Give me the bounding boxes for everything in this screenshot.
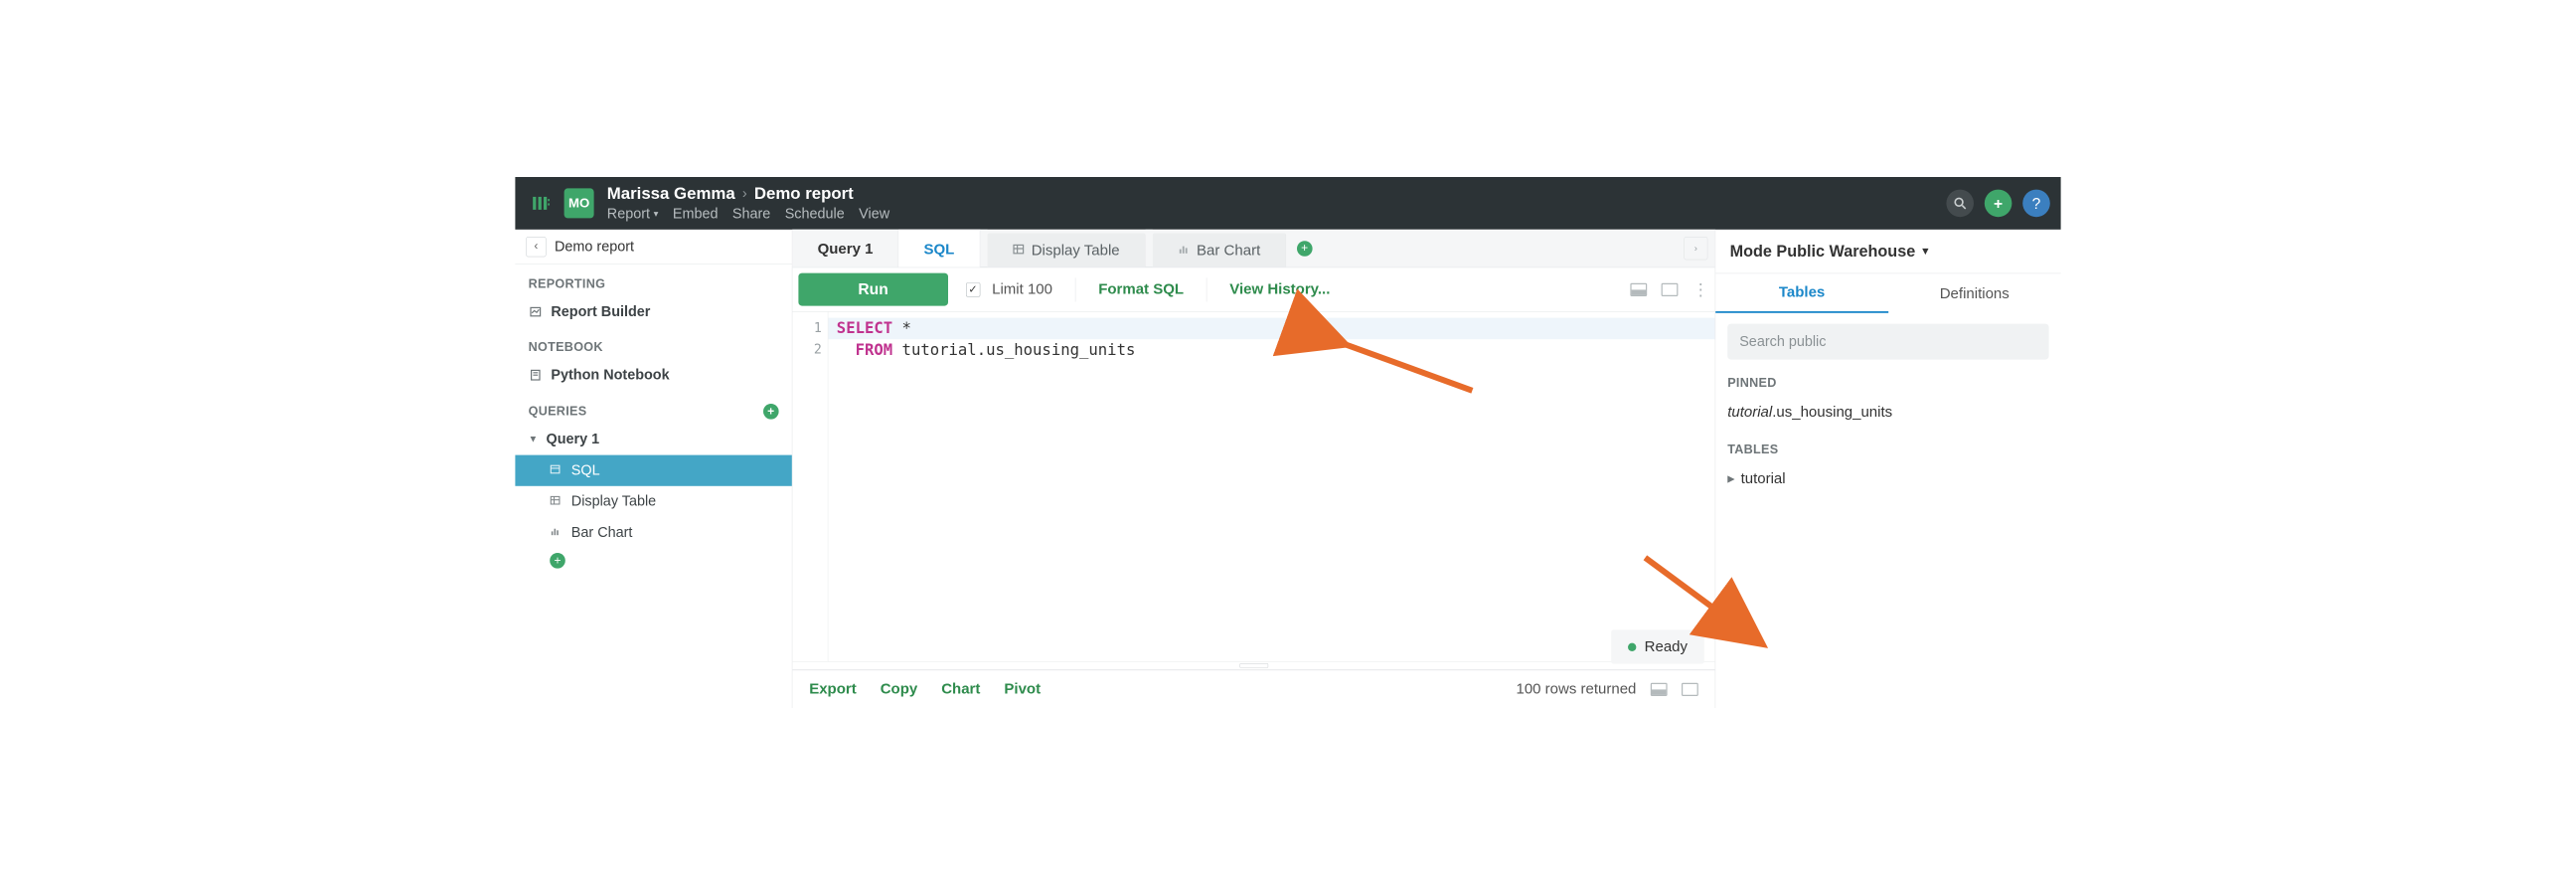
status-badge: Ready xyxy=(1611,629,1704,663)
tab-sql[interactable]: SQL xyxy=(898,230,980,267)
table-icon xyxy=(1013,242,1025,259)
limit-label: Limit 100 xyxy=(992,280,1052,297)
tab-bar-chart[interactable]: Bar Chart xyxy=(1153,233,1286,266)
layout-full-icon[interactable] xyxy=(1662,283,1679,296)
drag-handle[interactable] xyxy=(792,661,1714,669)
results-toolbar: Export Copy Chart Pivot 100 rows returne… xyxy=(792,670,1714,708)
chart-button[interactable]: Chart xyxy=(941,680,980,697)
copy-button[interactable]: Copy xyxy=(881,680,918,697)
pinned-table-item[interactable]: tutorial.us_housing_units xyxy=(1727,399,2048,426)
caret-right-icon: ▶ xyxy=(1727,472,1734,484)
table-icon xyxy=(550,493,563,510)
sidebar: ‹ Demo report REPORTING Report Builder N… xyxy=(515,230,792,708)
sidebar-item-label: Report Builder xyxy=(551,303,650,320)
breadcrumb: Marissa Gemma › Demo report Report▾ Embe… xyxy=(607,184,889,222)
sidebar-item-label: Bar Chart xyxy=(571,524,633,541)
chevron-down-icon: ▼ xyxy=(1920,245,1931,258)
chevron-down-icon: ▾ xyxy=(654,208,659,220)
layout-split-icon[interactable] xyxy=(1651,683,1668,696)
format-sql-button[interactable]: Format SQL xyxy=(1098,280,1184,297)
query-toolbar: Run ✓ Limit 100 Format SQL View History.… xyxy=(792,267,1714,311)
menu-schedule[interactable]: Schedule xyxy=(785,206,845,223)
pivot-button[interactable]: Pivot xyxy=(1004,680,1041,697)
tab-tables[interactable]: Tables xyxy=(1715,273,1888,313)
sidebar-item-query1[interactable]: ▼ Query 1 xyxy=(515,424,791,454)
menu-share[interactable]: Share xyxy=(732,206,770,223)
section-queries: QUERIES + xyxy=(515,391,791,425)
sidebar-item-display-table[interactable]: Display Table xyxy=(515,486,791,517)
section-notebook: NOTEBOOK xyxy=(515,327,791,359)
add-query-button[interactable]: + xyxy=(763,404,779,420)
bar-chart-icon xyxy=(550,524,563,541)
expand-panel-button[interactable]: › xyxy=(1684,237,1707,260)
sidebar-item-label: Python Notebook xyxy=(551,367,669,384)
section-reporting: REPORTING xyxy=(515,265,791,296)
tabs-bar: Query 1 SQL Display Table Bar Chart + › xyxy=(792,230,1714,267)
more-menu-icon[interactable]: ⋮ xyxy=(1692,279,1709,299)
sidebar-breadcrumb[interactable]: Demo report xyxy=(555,239,634,256)
pinned-label: PINNED xyxy=(1727,376,2048,390)
sql-editor[interactable]: 1 2 SELECT * FROM tutorial.us_housing_un… xyxy=(792,312,1714,662)
status-dot-icon xyxy=(1628,642,1636,650)
workspace-badge[interactable]: MO xyxy=(564,188,594,218)
menu-embed[interactable]: Embed xyxy=(673,206,719,223)
limit-checkbox[interactable]: ✓ xyxy=(966,282,980,296)
tables-label: TABLES xyxy=(1727,442,2048,456)
sidebar-item-label: Query 1 xyxy=(547,432,600,448)
add-button[interactable]: + xyxy=(1985,190,2012,218)
add-view-button[interactable]: + xyxy=(550,553,565,569)
sidebar-item-label: SQL xyxy=(571,462,600,479)
sidebar-item-sql[interactable]: SQL xyxy=(515,455,791,486)
notebook-icon xyxy=(529,368,543,382)
main-content: Query 1 SQL Display Table Bar Chart + › … xyxy=(792,230,1714,708)
tab-query1[interactable]: Query 1 xyxy=(792,230,898,267)
bar-chart-icon xyxy=(1178,242,1190,259)
back-button[interactable]: ‹ xyxy=(526,237,546,257)
breadcrumb-separator-icon: › xyxy=(742,185,747,202)
sidebar-item-python-notebook[interactable]: Python Notebook xyxy=(515,360,791,391)
rows-returned-label: 100 rows returned xyxy=(1516,680,1636,697)
user-name[interactable]: Marissa Gemma xyxy=(607,184,735,203)
view-history-button[interactable]: View History... xyxy=(1229,280,1330,297)
caret-down-icon: ▼ xyxy=(529,435,539,445)
topbar: MO Marissa Gemma › Demo report Report▾ E… xyxy=(515,177,2060,230)
layout-split-icon[interactable] xyxy=(1630,283,1647,296)
schema-item-tutorial[interactable]: ▶ tutorial xyxy=(1727,465,2048,492)
menu-report[interactable]: Report▾ xyxy=(607,206,659,223)
sidebar-item-bar-chart[interactable]: Bar Chart xyxy=(515,517,791,548)
sidebar-item-label: Display Table xyxy=(571,493,656,510)
line-gutter: 1 2 xyxy=(792,312,828,662)
run-button[interactable]: Run xyxy=(798,273,947,306)
sql-icon xyxy=(550,462,563,479)
schema-panel: Mode Public Warehouse ▼ Tables Definitio… xyxy=(1715,230,2061,708)
tab-display-table[interactable]: Display Table xyxy=(987,233,1145,266)
datasource-selector[interactable]: Mode Public Warehouse xyxy=(1730,242,1916,261)
report-title[interactable]: Demo report xyxy=(754,184,854,203)
help-icon[interactable]: ? xyxy=(2022,190,2050,218)
tab-definitions[interactable]: Definitions xyxy=(1888,273,2061,313)
menu-view[interactable]: View xyxy=(859,206,889,223)
report-builder-icon xyxy=(529,304,543,318)
sidebar-item-report-builder[interactable]: Report Builder xyxy=(515,296,791,327)
app-logo[interactable] xyxy=(526,188,557,219)
add-tab-button[interactable]: + xyxy=(1297,241,1313,257)
search-icon[interactable] xyxy=(1946,190,1974,218)
schema-search-input[interactable] xyxy=(1727,324,2048,360)
layout-full-icon[interactable] xyxy=(1682,683,1698,696)
export-button[interactable]: Export xyxy=(809,680,857,697)
